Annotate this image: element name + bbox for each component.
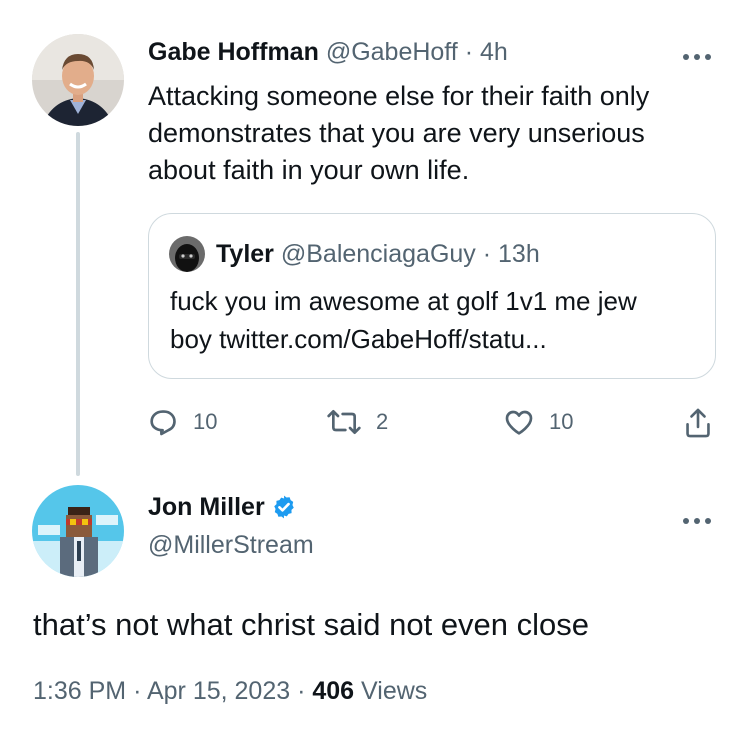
parent-tweet-line-1: Attacking someone else for their faith o…: [148, 81, 650, 111]
views-label: Views: [361, 677, 428, 705]
avatar-jon-miller[interactable]: [32, 485, 124, 577]
heart-icon: [505, 410, 533, 435]
tweet-metadata: 1:36 PM · Apr 15, 2023 · 406 Views: [33, 674, 427, 708]
share-icon: [686, 408, 710, 438]
parent-tweet-text: Attacking someone else for their faith o…: [148, 78, 649, 189]
parent-tweet-line-3: about faith in your own life.: [148, 155, 470, 185]
like-count: 10: [549, 409, 574, 434]
main-tweet-author: Jon Miller @MillerStream: [148, 490, 314, 562]
tweet-date[interactable]: Apr 15, 2023: [147, 677, 290, 705]
retweet-button[interactable]: 2: [326, 406, 388, 438]
reply-count: 10: [193, 409, 218, 434]
separator-dot: ·: [133, 677, 142, 705]
tweet-time[interactable]: 4h: [480, 38, 508, 66]
retweet-icon: [327, 410, 361, 434]
quoted-author-handle[interactable]: @BalenciagaGuy: [281, 240, 476, 268]
author-name[interactable]: Jon Miller: [148, 490, 265, 524]
quoted-line-2[interactable]: boy twitter.com/GabeHoff/statu...: [170, 320, 637, 358]
more-dots-icon[interactable]: [682, 504, 712, 530]
reply-icon: [150, 410, 176, 436]
author-handle[interactable]: @GabeHoff: [326, 38, 458, 66]
share-button[interactable]: [682, 406, 714, 440]
author-name[interactable]: Gabe Hoffman: [148, 38, 319, 66]
reply-button[interactable]: 10: [147, 406, 217, 438]
author-handle[interactable]: @MillerStream: [148, 528, 314, 562]
verified-badge-icon[interactable]: [271, 494, 297, 520]
separator-dot: ·: [464, 38, 474, 66]
parent-tweet-line-2: demonstrates that you are very unserious: [148, 118, 645, 148]
quoted-tweet-header: Tyler @BalenciagaGuy · 13h: [216, 238, 540, 270]
thread-line: [76, 132, 80, 476]
quoted-tweet-text: fuck you im awesome at golf 1v1 me jew b…: [170, 282, 637, 358]
like-button[interactable]: 10: [503, 406, 573, 438]
views-link[interactable]: 406 Views: [312, 677, 427, 705]
quoted-tweet-time[interactable]: 13h: [498, 240, 540, 268]
views-count: 406: [312, 677, 355, 705]
quoted-line-1: fuck you im awesome at golf 1v1 me jew: [170, 286, 637, 316]
tweet-time[interactable]: 1:36 PM: [33, 677, 126, 705]
separator-dot: ·: [297, 677, 306, 705]
more-dots-icon[interactable]: [682, 40, 712, 66]
retweet-count: 2: [376, 409, 389, 434]
parent-tweet-header: Gabe Hoffman @GabeHoff · 4h: [148, 36, 508, 68]
avatar-tyler[interactable]: [169, 236, 205, 272]
quoted-author-name[interactable]: Tyler: [216, 240, 274, 268]
main-tweet-text: that’s not what christ said not even clo…: [33, 607, 590, 642]
avatar-gabe-hoffman[interactable]: [32, 34, 124, 126]
separator-dot: ·: [482, 240, 492, 268]
